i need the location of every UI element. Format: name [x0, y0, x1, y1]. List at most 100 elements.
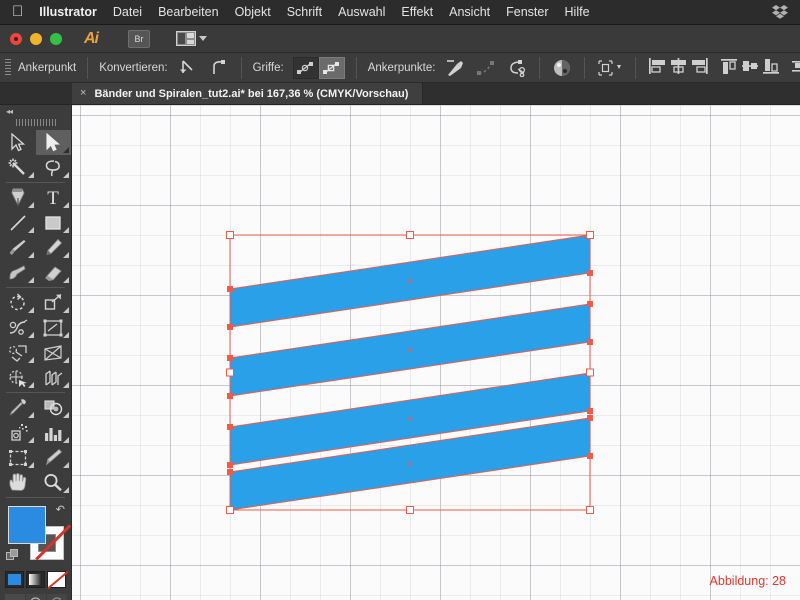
document-canvas[interactable]: Abbildung: 28 [72, 105, 800, 600]
scale-tool[interactable] [36, 290, 72, 315]
handle-top-left[interactable] [226, 231, 234, 239]
apple-logo-icon[interactable]:  [12, 4, 23, 19]
document-tab[interactable]: × Bänder und Spiralen_tut2.ai* bei 167,3… [72, 83, 424, 104]
convert-to-smooth-icon[interactable] [208, 57, 230, 79]
convert-to-corner-icon[interactable] [177, 57, 199, 79]
gradient-swatch-button[interactable] [26, 571, 45, 588]
menu-item-hilfe[interactable]: Hilfe [565, 5, 590, 19]
shape-builder-tool[interactable] [0, 340, 36, 365]
eyedropper-tool[interactable] [0, 395, 36, 420]
dropbox-icon[interactable] [772, 5, 788, 19]
slice-tool[interactable] [36, 445, 72, 470]
blend-tool[interactable] [36, 395, 72, 420]
color-swatch-button[interactable] [5, 571, 24, 588]
menu-item-ansicht[interactable]: Ansicht [449, 5, 490, 19]
bridge-button[interactable]: Br [128, 29, 150, 48]
fill-swatch[interactable] [8, 506, 46, 544]
svg-text:T: T [47, 188, 59, 207]
menu-item-objekt[interactable]: Objekt [235, 5, 271, 19]
anchor-point[interactable] [227, 393, 233, 399]
draw-behind-button[interactable] [25, 594, 46, 600]
menu-item-datei[interactable]: Datei [113, 5, 142, 19]
menu-item-effekt[interactable]: Effekt [401, 5, 433, 19]
align-right-icon[interactable] [689, 57, 710, 79]
anchor-point[interactable] [227, 286, 233, 292]
hand-tool[interactable] [0, 470, 36, 495]
draw-inside-button[interactable] [46, 594, 67, 600]
handle-top-center[interactable] [406, 231, 414, 239]
zoom-window-button[interactable] [50, 32, 62, 45]
anchor-point[interactable] [227, 424, 233, 430]
handle-bottom-right[interactable] [586, 506, 594, 514]
tools-panel-collapse[interactable]: ◂◂ [0, 105, 71, 117]
control-bar-grip[interactable] [5, 58, 11, 77]
menu-item-bearbeiten[interactable]: Bearbeiten [158, 5, 218, 19]
stripes-artwork[interactable] [72, 105, 800, 600]
symbol-sprayer-tool[interactable] [0, 420, 36, 445]
show-handles-icon[interactable] [292, 56, 319, 79]
line-segment-tool[interactable] [0, 210, 36, 235]
gradient-tool[interactable] [36, 365, 72, 390]
isolate-object-icon[interactable] [551, 57, 573, 79]
zoom-tool[interactable] [36, 470, 72, 495]
distribute-vertical-top-icon[interactable] [791, 57, 800, 79]
handle-top-right[interactable] [586, 231, 594, 239]
draw-normal-button[interactable] [4, 594, 25, 600]
free-transform-tool[interactable] [36, 315, 72, 340]
mesh-tool[interactable] [0, 365, 36, 390]
minimize-window-button[interactable] [30, 32, 42, 45]
perspective-grid-tool[interactable] [36, 340, 72, 365]
menu-item-auswahl[interactable]: Auswahl [338, 5, 385, 19]
anchor-point[interactable] [227, 324, 233, 330]
anchor-point[interactable] [587, 270, 593, 276]
direct-selection-tool[interactable] [35, 130, 71, 155]
pen-tool[interactable] [0, 185, 36, 210]
type-tool[interactable]: T [36, 185, 72, 210]
close-icon[interactable]: × [80, 88, 86, 99]
anchor-point[interactable] [587, 453, 593, 459]
tools-panel-grip[interactable] [15, 118, 56, 127]
none-swatch-button[interactable] [47, 571, 66, 588]
rotate-tool[interactable] [0, 290, 36, 315]
handle-bottom-left[interactable] [226, 506, 234, 514]
menu-item-schrift[interactable]: Schrift [287, 5, 322, 19]
transform-panel-icon[interactable] [596, 57, 624, 79]
menu-app-name[interactable]: Illustrator [39, 5, 97, 19]
arrange-documents-button[interactable] [176, 31, 207, 46]
selection-tool[interactable] [0, 130, 36, 155]
align-bottom-icon[interactable] [761, 57, 782, 79]
anchor-point[interactable] [587, 301, 593, 307]
default-fill-stroke-icon[interactable] [6, 549, 19, 562]
blob-brush-tool[interactable] [0, 260, 36, 285]
handle-middle-right[interactable] [586, 368, 594, 377]
align-left-icon[interactable] [647, 57, 668, 79]
magic-wand-tool[interactable] [0, 155, 36, 180]
anchor-point[interactable] [227, 355, 233, 361]
anchor-point[interactable] [587, 339, 593, 345]
rectangle-tool[interactable] [36, 210, 72, 235]
eraser-tool[interactable] [36, 260, 72, 285]
column-graph-tool[interactable] [36, 420, 72, 445]
swap-fill-stroke-icon[interactable]: ↶ [56, 503, 65, 516]
menu-item-fenster[interactable]: Fenster [506, 5, 548, 19]
align-top-icon[interactable] [719, 57, 740, 79]
cut-path-icon[interactable] [506, 57, 528, 79]
lasso-tool[interactable] [36, 155, 72, 180]
hide-handles-icon[interactable] [318, 56, 345, 79]
pencil-tool[interactable] [36, 235, 72, 260]
anchor-point[interactable] [587, 408, 593, 414]
anchor-point[interactable] [587, 415, 593, 421]
anchor-point[interactable] [227, 469, 233, 475]
artboard-tool[interactable] [0, 445, 36, 470]
anchor-point[interactable] [227, 462, 233, 468]
connect-anchor-icon[interactable] [475, 57, 497, 79]
handle-bottom-center[interactable] [406, 506, 414, 514]
handle-middle-left[interactable] [226, 368, 234, 377]
remove-anchor-icon[interactable] [444, 57, 466, 79]
paintbrush-tool[interactable] [0, 235, 36, 260]
close-window-button[interactable] [10, 32, 22, 45]
align-horizontal-center-icon[interactable] [668, 57, 689, 79]
width-tool[interactable] [0, 315, 36, 340]
center-point [408, 417, 412, 421]
align-vertical-center-icon[interactable] [740, 57, 761, 79]
